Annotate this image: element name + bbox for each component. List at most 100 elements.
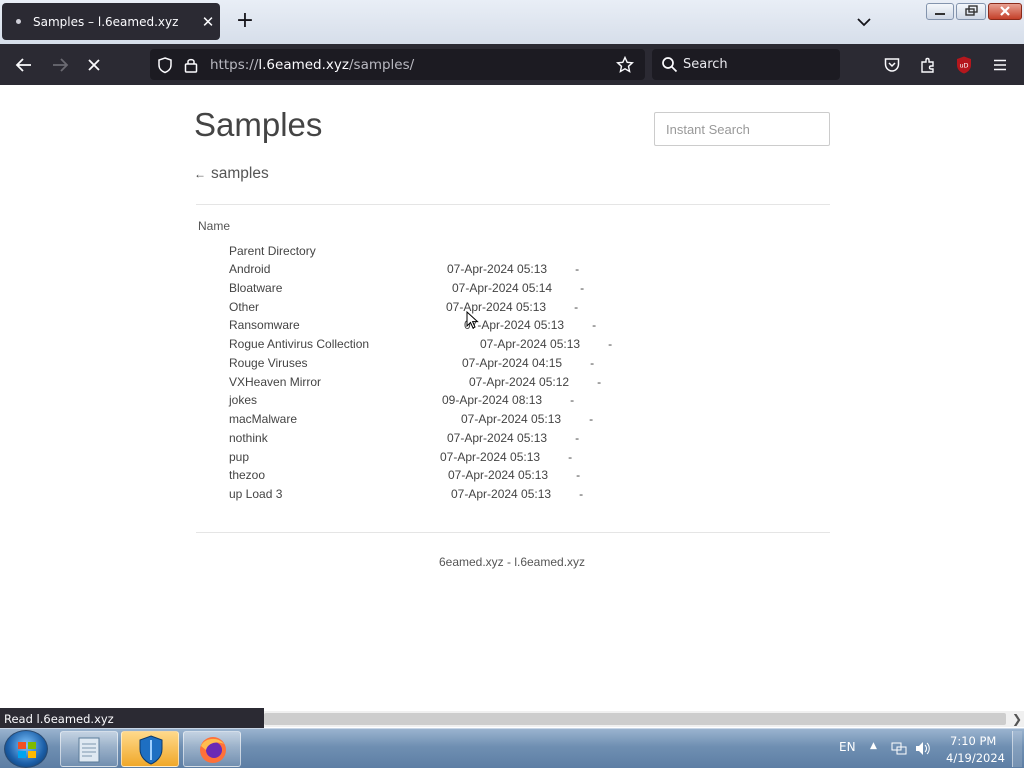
taskbar-notepad-button[interactable]	[60, 731, 118, 767]
scrollbar-thumb[interactable]	[264, 713, 1006, 725]
entry-name-link[interactable]: Rouge Viruses	[229, 356, 308, 370]
forward-arrow-icon	[53, 58, 69, 72]
entry-name-link[interactable]: thezoo	[229, 468, 265, 482]
entry-size: -	[580, 280, 585, 295]
url-bar[interactable]: https://l.6eamed.xyz/samples/	[150, 49, 645, 80]
stop-loading-button[interactable]	[80, 51, 108, 79]
url-path: /samples/	[348, 57, 415, 73]
list-item: thezoo 07-Apr-2024 05:13 -	[229, 468, 829, 487]
restore-button[interactable]	[956, 3, 986, 20]
entry-name-link[interactable]: Android	[229, 262, 270, 276]
entry-name-link[interactable]: Bloatware	[229, 281, 282, 295]
entry-meta: 07-Apr-2024 05:14 -	[452, 281, 584, 295]
entry-modified: 07-Apr-2024 05:13	[480, 337, 581, 351]
extensions-button[interactable]	[914, 51, 942, 79]
bookmark-star-icon[interactable]	[616, 56, 634, 74]
entry-meta: 07-Apr-2024 05:13-	[464, 318, 596, 332]
taskbar: EN ▲ 7:10 PM 4/19/2024	[0, 728, 1024, 768]
entry-modified: 07-Apr-2024 05:13	[447, 262, 548, 276]
network-icon[interactable]	[890, 740, 908, 757]
entry-meta: 07-Apr-2024 05:13-	[451, 487, 583, 501]
entry-meta: 07-Apr-2024 04:15 -	[462, 356, 594, 370]
list-item: Bloatware 07-Apr-2024 05:14 -	[229, 281, 829, 300]
entry-size: -	[576, 468, 581, 483]
column-header-name[interactable]: Name	[198, 219, 230, 233]
parent-directory-link[interactable]: Parent Directory	[229, 244, 316, 258]
breadcrumb[interactable]: ← samples	[194, 165, 269, 183]
list-item: Rogue Antivirus Collection 07-Apr-2024 05…	[229, 337, 829, 356]
app-menu-button[interactable]	[986, 51, 1014, 79]
url-text[interactable]: https://l.6eamed.xyz/samples/	[210, 57, 414, 73]
entry-name-link[interactable]: jokes	[229, 393, 257, 407]
minimize-button[interactable]	[926, 3, 954, 20]
tab-close-icon[interactable]: ✕	[196, 13, 220, 31]
shield-icon[interactable]	[156, 56, 174, 74]
start-button[interactable]	[4, 730, 48, 768]
search-bar[interactable]: Search	[652, 49, 840, 80]
list-item: jokes 09-Apr-2024 08:13 -	[229, 393, 829, 412]
volume-icon[interactable]	[914, 740, 932, 757]
breadcrumb-label[interactable]: samples	[211, 165, 269, 183]
tab-samples[interactable]: Samples – l.6eamed.xyz ✕	[2, 3, 220, 40]
entry-size: -	[590, 355, 595, 370]
url-host: l.6eamed.xyz	[258, 57, 349, 73]
entry-modified: 07-Apr-2024 05:14	[452, 280, 553, 295]
scroll-right-icon[interactable]: ❯	[1012, 712, 1022, 726]
entry-meta: 07-Apr-2024 05:13 -	[448, 468, 580, 482]
entry-meta: 07-Apr-2024 05:13-	[461, 412, 593, 426]
list-item: pup 07-Apr-2024 05:13 -	[229, 450, 829, 469]
ublock-origin-button[interactable]: uD	[950, 51, 978, 79]
horizontal-scrollbar[interactable]: ❯	[264, 711, 1024, 727]
svg-text:uD: uD	[959, 62, 968, 70]
new-tab-button[interactable]: +	[232, 9, 258, 35]
entry-meta: 07-Apr-2024 05:13-	[440, 450, 572, 464]
entry-modified: 07-Apr-2024 05:13	[448, 468, 549, 483]
taskbar-security-button[interactable]	[121, 731, 179, 767]
tab-loading-icon	[16, 19, 21, 24]
search-placeholder: Search	[683, 57, 728, 72]
notepad-icon	[78, 737, 100, 763]
entry-size: -	[592, 318, 597, 333]
clock-date[interactable]: 4/19/2024	[946, 751, 1005, 765]
list-all-tabs-button[interactable]	[852, 11, 876, 33]
entry-name-link[interactable]: VXHeaven Mirror	[229, 375, 321, 389]
entry-size: -	[579, 487, 584, 501]
entry-size: -	[574, 299, 579, 314]
firefox-icon	[200, 737, 226, 763]
divider	[196, 532, 830, 533]
search-icon	[662, 57, 678, 73]
entry-size: -	[575, 430, 580, 445]
entry-name-link[interactable]: Ransomware	[229, 318, 300, 332]
show-desktop-button[interactable]	[1012, 731, 1022, 767]
mouse-cursor-icon	[466, 311, 479, 329]
entry-meta: 09-Apr-2024 08:13 -	[442, 393, 574, 407]
close-window-button[interactable]	[988, 3, 1022, 20]
close-icon	[1000, 6, 1010, 16]
list-item: up Load 3 07-Apr-2024 05:13 -	[229, 487, 829, 506]
entry-name-link[interactable]: Rogue Antivirus Collection	[229, 337, 369, 351]
entry-name-link[interactable]: up Load 3	[229, 487, 282, 501]
entry-name-link[interactable]: Other	[229, 300, 259, 314]
entry-name-link[interactable]: nothink	[229, 431, 268, 445]
list-item: macMalware 07-Apr-2024 05:13 -	[229, 412, 829, 431]
back-button[interactable]	[10, 51, 38, 79]
entry-name-link[interactable]: pup	[229, 450, 249, 464]
entry-size: -	[597, 374, 602, 389]
back-arrow-icon: ←	[194, 167, 206, 181]
show-hidden-icons-icon[interactable]: ▲	[870, 741, 877, 751]
entry-name-link[interactable]: macMalware	[229, 412, 297, 426]
lock-icon[interactable]	[183, 56, 199, 74]
pocket-button[interactable]	[878, 51, 906, 79]
list-item: Rouge Viruses 07-Apr-2024 04:15 -	[229, 356, 829, 375]
security-shield-icon	[139, 735, 163, 765]
forward-button[interactable]	[46, 51, 74, 79]
taskbar-firefox-button[interactable]	[183, 731, 241, 767]
restore-icon	[965, 5, 978, 16]
entry-modified: 07-Apr-2024 05:13	[461, 412, 562, 426]
hamburger-menu-icon	[994, 59, 1006, 71]
language-indicator[interactable]: EN	[839, 740, 856, 754]
entry-size: -	[570, 393, 575, 408]
entry-modified: 07-Apr-2024 04:15	[462, 355, 563, 370]
instant-search-input[interactable]	[654, 112, 830, 146]
clock-time[interactable]: 7:10 PM	[950, 734, 996, 748]
